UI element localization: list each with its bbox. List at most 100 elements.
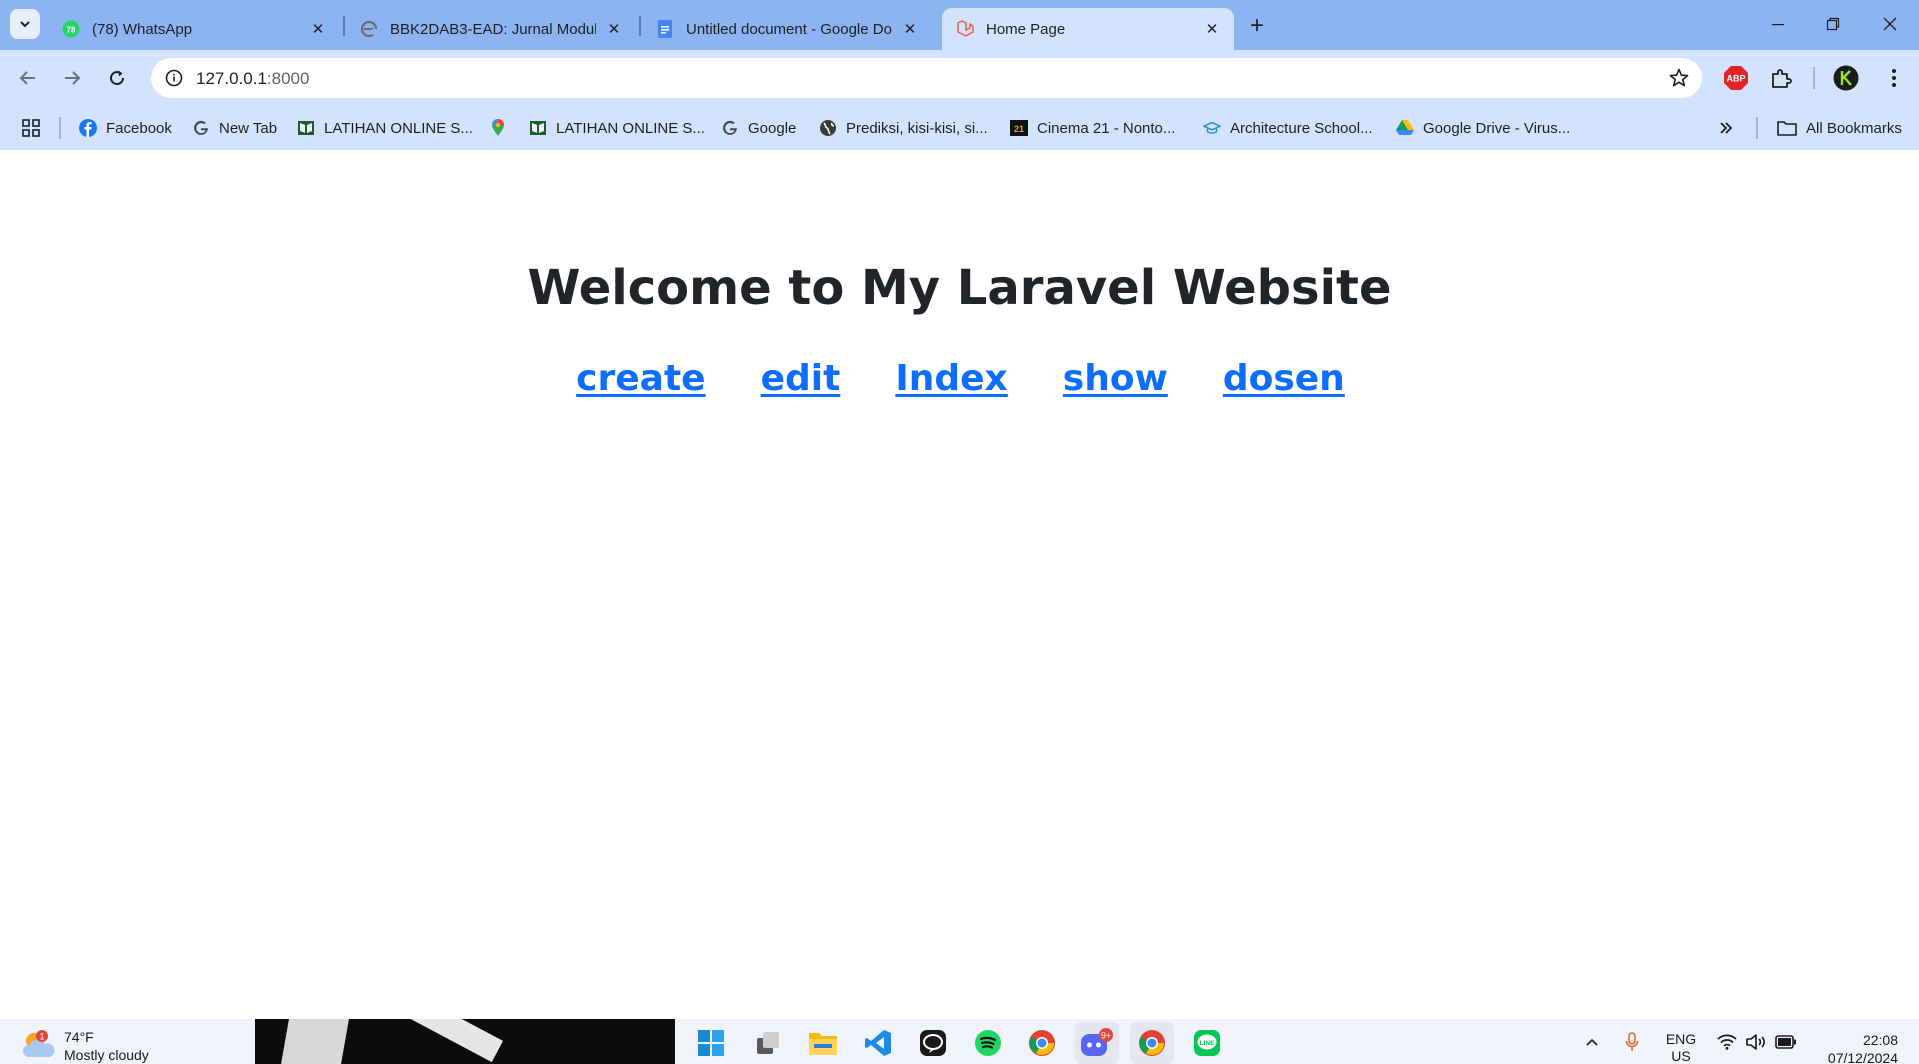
bookmark-facebook[interactable]: Facebook	[79, 116, 172, 140]
google-docs-icon	[656, 20, 674, 38]
forward-button[interactable]	[56, 62, 88, 94]
bookmark-label: Facebook	[106, 119, 172, 137]
show-link[interactable]: show	[1063, 358, 1168, 399]
chrome-active-button[interactable]	[1130, 1022, 1174, 1064]
create-link[interactable]: create	[576, 358, 705, 399]
tab-home-page[interactable]: Home Page ✕	[942, 8, 1234, 50]
bookmark-latihan-online-2[interactable]: LATIHAN ONLINE S...	[529, 116, 705, 140]
chrome-icon	[1029, 1030, 1055, 1056]
bookmark-maps[interactable]	[489, 116, 516, 140]
close-icon	[1883, 17, 1897, 31]
dosen-link[interactable]: dosen	[1223, 358, 1345, 399]
bookmark-architecture-school[interactable]: Architecture School...	[1203, 116, 1373, 140]
file-explorer-button[interactable]	[801, 1022, 845, 1064]
bookmark-label: LATIHAN ONLINE S...	[556, 119, 705, 137]
bookmark-label: Prediksi, kisi-kisi, si...	[846, 119, 988, 137]
chrome-icon	[1139, 1030, 1165, 1056]
svg-text:21: 21	[1014, 124, 1024, 134]
task-view-button[interactable]	[746, 1022, 790, 1064]
bookmark-prediksi[interactable]: Prediksi, kisi-kisi, si...	[819, 116, 988, 140]
minimize-button[interactable]	[1760, 8, 1796, 40]
extensions-button[interactable]	[1767, 64, 1795, 92]
book-icon	[529, 119, 547, 137]
wifi-button[interactable]	[1716, 1029, 1738, 1055]
windows-taskbar: 1 74°F Mostly cloudy 9+ LINE ENG US 22:0…	[0, 1019, 1919, 1064]
index-link[interactable]: Index	[895, 358, 1007, 399]
volume-button[interactable]	[1745, 1029, 1767, 1055]
weather-widget[interactable]: 1 74°F Mostly cloudy	[22, 1027, 172, 1063]
site-info-icon[interactable]	[163, 67, 185, 89]
spotify-button[interactable]	[966, 1022, 1010, 1064]
browser-toolbar: 127.0.0.1:8000 ABP	[0, 50, 1919, 106]
battery-button[interactable]	[1774, 1029, 1798, 1055]
tab-elearning[interactable]: BBK2DAB3-EAD: Jurnal Modul 5 ✕	[346, 8, 636, 50]
bookmark-latihan-online-1[interactable]: LATIHAN ONLINE S...	[297, 116, 473, 140]
bookmark-label: New Tab	[219, 119, 278, 137]
battery-icon	[1775, 1035, 1796, 1049]
address-bar[interactable]: 127.0.0.1:8000	[151, 58, 1702, 98]
bookmark-new-tab[interactable]: New Tab	[192, 116, 277, 140]
page-title: Welcome to My Laravel Website	[527, 260, 1392, 316]
language-code: ENG	[1665, 1031, 1697, 1047]
bookmark-google[interactable]: Google	[721, 116, 796, 140]
back-button[interactable]	[12, 62, 44, 94]
weather-badge: 1	[39, 1032, 44, 1042]
laravel-icon	[956, 20, 974, 38]
plus-icon: +	[1249, 12, 1264, 39]
google-drive-icon	[1396, 119, 1414, 137]
adblock-extension-button[interactable]: ABP	[1722, 64, 1750, 92]
puzzle-icon	[1772, 69, 1792, 88]
new-tab-button[interactable]: +	[1243, 12, 1271, 40]
menu-button[interactable]	[1880, 64, 1908, 92]
avatar-icon	[1833, 65, 1859, 91]
arrow-left-icon	[19, 71, 35, 85]
restore-icon	[1826, 17, 1840, 31]
tab-whatsapp[interactable]: 78 (78) WhatsApp ✕	[48, 8, 340, 50]
profile-avatar[interactable]	[1832, 64, 1860, 92]
close-icon[interactable]: ✕	[900, 19, 920, 39]
star-icon[interactable]	[1668, 67, 1690, 89]
close-window-button[interactable]	[1872, 8, 1908, 40]
bookmark-google-drive[interactable]: Google Drive - Virus...	[1396, 116, 1570, 140]
show-hidden-icons-button[interactable]	[1582, 1029, 1602, 1055]
close-icon[interactable]: ✕	[1202, 19, 1222, 39]
bookmark-label: Architecture School...	[1230, 119, 1373, 137]
reload-button[interactable]	[101, 62, 133, 94]
google-icon	[721, 119, 739, 137]
apps-button[interactable]	[22, 116, 40, 140]
bookmark-cinema-21[interactable]: 21 Cinema 21 - Nonto...	[1010, 116, 1175, 140]
chevron-up-icon	[1586, 1038, 1598, 1046]
page-nav: create edit Index show dosen	[0, 358, 1919, 399]
tab-search-button[interactable]	[10, 9, 40, 39]
start-button[interactable]	[689, 1022, 733, 1064]
line-button[interactable]: LINE	[1185, 1022, 1229, 1064]
tab-divider	[343, 16, 345, 36]
more-bookmarks-button[interactable]	[1718, 116, 1734, 140]
microphone-button[interactable]	[1622, 1029, 1642, 1055]
line-alt-app-button[interactable]	[911, 1022, 955, 1064]
chrome-button[interactable]	[1020, 1022, 1064, 1064]
facebook-icon	[79, 119, 97, 137]
tab-google-docs[interactable]: Untitled document - Google Docs ✕	[642, 8, 932, 50]
adblock-label: ABP	[1726, 74, 1745, 84]
discord-icon: 9+	[1081, 1028, 1113, 1056]
system-clock[interactable]: 22:08 07/12/2024	[1808, 1031, 1898, 1064]
close-icon[interactable]: ✕	[604, 19, 624, 39]
discord-button[interactable]: 9+	[1075, 1022, 1119, 1064]
kebab-menu-icon	[1892, 69, 1896, 87]
tab-title: Untitled document - Google Docs	[686, 20, 892, 38]
language-region: US	[1671, 1048, 1691, 1064]
vscode-button[interactable]	[856, 1022, 900, 1064]
restore-button[interactable]	[1815, 8, 1851, 40]
task-view-icon	[757, 1032, 779, 1054]
book-icon	[297, 119, 315, 137]
language-indicator[interactable]: ENG US	[1664, 1031, 1698, 1064]
close-icon[interactable]: ✕	[308, 19, 328, 39]
bookmark-label: LATIHAN ONLINE S...	[324, 119, 473, 137]
wallpaper-fragment	[255, 1019, 675, 1064]
whatsapp-badge: 78	[67, 26, 76, 35]
page-viewport: Welcome to My Laravel Website create edi…	[0, 150, 1919, 1019]
edit-link[interactable]: edit	[761, 358, 841, 399]
bookmarks-bar: Facebook New Tab LATIHAN ONLINE S... LAT…	[0, 106, 1919, 150]
all-bookmarks-button[interactable]: All Bookmarks	[1777, 116, 1902, 140]
